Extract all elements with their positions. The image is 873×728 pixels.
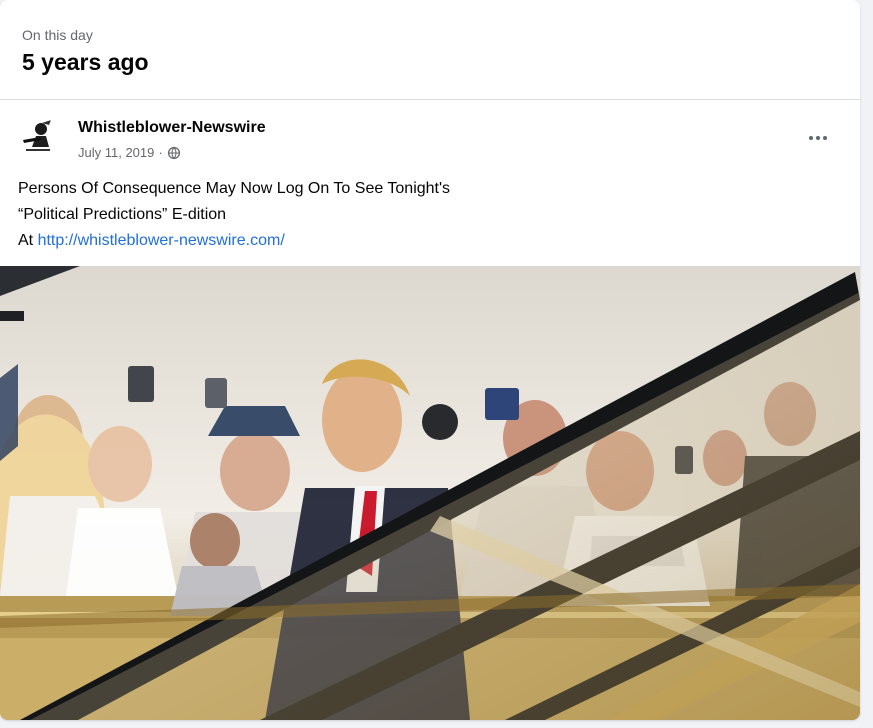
- post-text-line-2: “Political Predictions” E-dition: [18, 206, 227, 223]
- website-link[interactable]: http://whistleblower-newswire.com/: [38, 232, 285, 249]
- memory-kicker: On this day: [22, 27, 93, 43]
- more-horizontal-icon: [823, 136, 827, 140]
- page-avatar[interactable]: [18, 116, 58, 156]
- memory-card: On this day 5 years ago Whistleblower-Ne…: [0, 0, 860, 720]
- post-date[interactable]: July 11, 2019: [78, 145, 154, 161]
- post-text-line-3: At http://whistleblower-newswire.com/: [18, 228, 842, 254]
- post-text: Persons Of Consequence May Now Log On To…: [0, 172, 860, 266]
- post-text-prefix: At: [18, 232, 38, 249]
- memory-header: On this day 5 years ago: [0, 0, 860, 100]
- globe-icon: [167, 146, 180, 160]
- more-options-button[interactable]: [800, 126, 836, 150]
- post-header: Whistleblower-Newswire July 11, 2019 ·: [0, 100, 860, 172]
- escalator-crowd-photo: [0, 266, 860, 720]
- post-text-line-1: Persons Of Consequence May Now Log On To…: [18, 180, 451, 197]
- more-horizontal-icon: [816, 136, 820, 140]
- author-name[interactable]: Whistleblower-Newswire: [78, 118, 266, 138]
- whistleblower-logo-icon: [18, 116, 58, 156]
- meta-separator: ·: [158, 145, 163, 160]
- post-photo[interactable]: [0, 266, 860, 720]
- more-horizontal-icon: [809, 136, 813, 140]
- memory-title: 5 years ago: [22, 49, 149, 75]
- post-meta: July 11, 2019 ·: [78, 145, 181, 161]
